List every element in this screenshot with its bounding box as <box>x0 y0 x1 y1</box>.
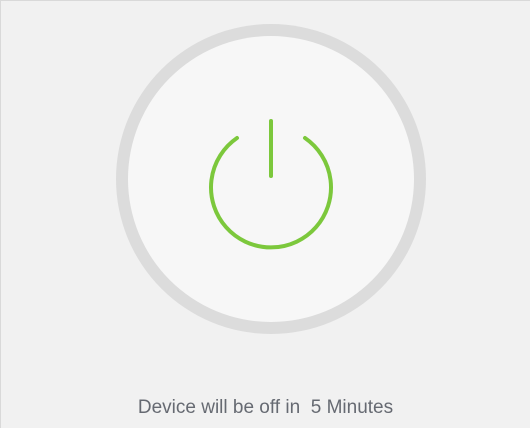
power-button[interactable] <box>128 36 414 322</box>
power-off-screen: Device will be off in 5 Minutes <box>0 0 530 428</box>
countdown-value: 5 <box>310 397 322 418</box>
shutdown-countdown-text: Device will be off in 5 Minutes <box>1 397 530 419</box>
countdown-unit: Minutes <box>321 397 394 418</box>
power-ring <box>116 24 426 334</box>
power-icon <box>209 119 333 250</box>
countdown-prefix: Device will be off in <box>137 397 311 418</box>
